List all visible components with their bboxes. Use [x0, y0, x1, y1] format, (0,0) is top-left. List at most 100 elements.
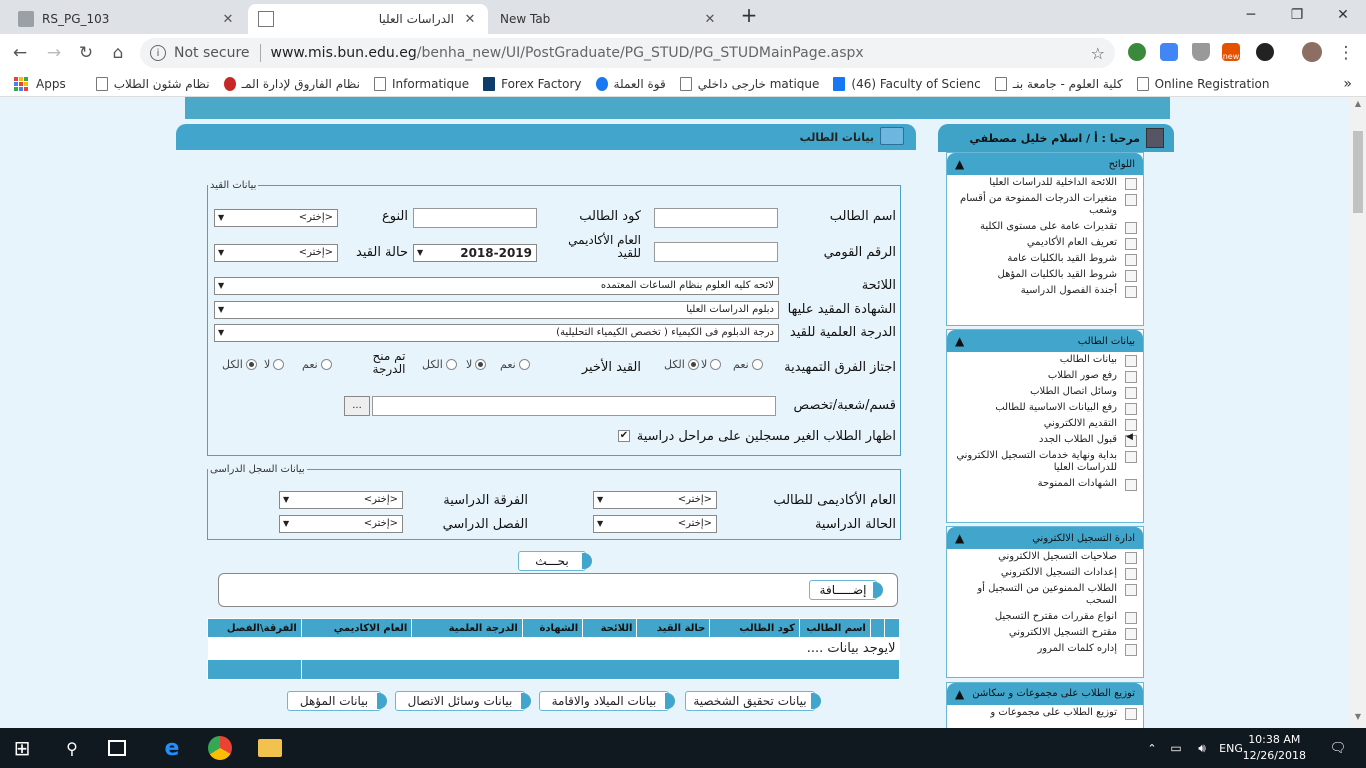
file-explorer-icon[interactable] — [258, 739, 282, 757]
bookmark-star-icon[interactable]: ☆ — [1091, 44, 1105, 63]
level-select[interactable]: <إختر> ▼ — [279, 491, 403, 509]
collapse-icon[interactable]: ▲ — [955, 687, 964, 701]
reload-icon[interactable]: ↻ — [74, 41, 98, 65]
notifications-icon[interactable]: 🗨 — [1326, 736, 1350, 760]
window-close-icon[interactable]: ✕ — [1320, 0, 1366, 30]
info-icon[interactable]: i — [150, 45, 166, 61]
network-icon[interactable]: ▭ — [1164, 736, 1188, 760]
bookmark-item[interactable]: (46) Faculty of Scienc — [833, 77, 981, 91]
menu-icon[interactable]: ⋮ — [1334, 41, 1358, 65]
sidebar-item[interactable]: متغيرات الدرجات الممنوحة من أقسام وشعب — [947, 191, 1143, 219]
sidebar-item[interactable]: الطلاب الممنوعين من التسجيل أو السحب — [947, 581, 1143, 609]
reg-status-select[interactable]: <إختر> ▼ — [214, 244, 338, 262]
tab-graduate-studies[interactable]: الدراسات العليا ✕ — [248, 4, 488, 34]
bookmark-item[interactable]: Informatique — [373, 77, 469, 91]
tab-contact-data[interactable]: بيانات وسائل الاتصال — [395, 691, 531, 711]
bookmarks-more-icon[interactable]: » — [1343, 76, 1352, 92]
bookmark-item[interactable]: Online Registration — [1136, 77, 1270, 91]
tab-identity-data[interactable]: بيانات تحقيق الشخصية — [685, 691, 821, 711]
sidebar-item[interactable]: بيانات الطالب — [947, 352, 1143, 368]
tray-up-icon[interactable]: ⌃ — [1140, 736, 1164, 760]
forward-icon[interactable]: → — [42, 41, 66, 65]
sidebar-item[interactable]: الشهادات الممنوحة — [947, 476, 1143, 492]
tab-qualification-data[interactable]: بيانات المؤهل — [287, 691, 387, 711]
department-input[interactable] — [372, 396, 776, 416]
study-status-select[interactable]: <إختر> ▼ — [593, 515, 717, 533]
sidebar-item[interactable]: توزيع الطلاب على مجموعات و — [947, 705, 1143, 721]
section-header[interactable]: ▲ توزيع الطلاب على مجموعات و سكاشن — [947, 683, 1143, 705]
student-year-select[interactable]: <إختر> ▼ — [593, 491, 717, 509]
bookmark-item[interactable]: خارجى داخلي matique — [679, 77, 819, 91]
back-icon[interactable]: ← — [8, 41, 32, 65]
globe-extension-icon[interactable] — [1128, 43, 1146, 61]
granted-no-radio[interactable]: لا — [264, 358, 285, 371]
sidebar-item[interactable]: إداره كلمات المرور — [947, 641, 1143, 657]
prep-yes-radio[interactable]: نعم — [733, 358, 763, 371]
degree-select[interactable]: درجة الدبلوم فى الكيمياء ( تخصص الكيمياء… — [214, 324, 779, 342]
translate-extension-icon[interactable] — [1160, 43, 1178, 61]
page-scrollbar[interactable]: ▲ ▼ — [1350, 97, 1366, 728]
bookmark-item[interactable]: قوة العملة — [595, 77, 666, 91]
certificate-select[interactable]: دبلوم الدراسات العليا ▼ — [214, 301, 779, 319]
close-icon[interactable]: ✕ — [220, 12, 236, 27]
sidebar-item[interactable]: انواع مقررات مقترح التسجيل — [947, 609, 1143, 625]
sidebar-item[interactable]: التقديم الالكتروني — [947, 416, 1143, 432]
sidebar-item[interactable]: تقديرات عامة على مستوى الكلية — [947, 219, 1143, 235]
bookmark-item[interactable]: كلية العلوم - جامعة بنـ — [994, 77, 1123, 91]
national-id-input[interactable] — [654, 242, 778, 262]
add-button[interactable]: إضـــــافة — [809, 580, 883, 600]
scroll-down-icon[interactable]: ▼ — [1350, 712, 1366, 726]
language-indicator[interactable]: ENG — [1216, 736, 1246, 760]
circle-extension-icon[interactable] — [1256, 43, 1274, 61]
bookmark-item[interactable]: نظام الفاروق لإدارة المـ — [223, 77, 360, 91]
sidebar-item[interactable]: أجندة الفصول الدراسية — [947, 283, 1143, 299]
student-name-input[interactable] — [654, 208, 778, 228]
granted-yes-radio[interactable]: نعم — [302, 358, 332, 371]
gender-select[interactable]: <إختر> ▼ — [214, 209, 338, 227]
sidebar-item[interactable]: إعدادات التسجيل الالكتروني — [947, 565, 1143, 581]
section-header[interactable]: ▲ اللوائح — [947, 153, 1143, 175]
search-icon[interactable]: ⚲ — [60, 736, 84, 760]
collapse-icon[interactable]: ▲ — [955, 157, 964, 171]
tab-new-tab[interactable]: New Tab ✕ — [490, 4, 728, 34]
restore-icon[interactable]: ❐ — [1274, 0, 1320, 30]
bookmark-apps[interactable]: Apps — [14, 77, 66, 91]
url-field[interactable]: i Not secure www.mis.bun.edu.eg/benha_ne… — [140, 38, 1115, 68]
section-header[interactable]: ▲ بيانات الطالب — [947, 330, 1143, 352]
chrome-icon[interactable] — [208, 736, 232, 760]
task-view-icon[interactable] — [108, 740, 126, 756]
windows-start-icon[interactable]: ⊞ — [10, 736, 34, 760]
scrollbar-thumb[interactable] — [1353, 131, 1363, 213]
home-icon[interactable]: ⌂ — [106, 41, 130, 65]
close-icon[interactable]: ✕ — [702, 12, 718, 27]
browse-button[interactable]: ... — [344, 396, 370, 416]
last-no-radio[interactable]: لا — [466, 358, 487, 371]
sidebar-item[interactable]: بداية ونهاية خدمات التسجيل الالكتروني لل… — [947, 448, 1143, 476]
new-tab-button[interactable]: + — [726, 0, 772, 30]
close-icon[interactable]: ✕ — [462, 12, 478, 27]
profile-avatar[interactable] — [1302, 42, 1322, 62]
academic-year-select[interactable]: 2018-2019 ▼ — [413, 244, 537, 262]
show-unregistered-checkbox[interactable]: ✔ — [618, 430, 630, 442]
sidebar-item[interactable]: تعريف العام الأكاديمي — [947, 235, 1143, 251]
sidebar-item[interactable]: وسائل اتصال الطلاب — [947, 384, 1143, 400]
search-button[interactable]: بحـــث — [518, 551, 592, 571]
last-yes-radio[interactable]: نعم — [500, 358, 530, 371]
semester-select[interactable]: <إختر> ▼ — [279, 515, 403, 533]
sidebar-item[interactable]: قبول الطلاب الجدد — [947, 432, 1143, 448]
sidebar-item[interactable]: اللائحة الداخلية للدراسات العليا — [947, 175, 1143, 191]
bookmark-item[interactable]: Forex Factory — [483, 77, 582, 91]
last-all-radio[interactable]: الكل — [422, 358, 457, 371]
minimize-icon[interactable]: ─ — [1228, 0, 1274, 30]
tab-birth-residence[interactable]: بيانات الميلاد والاقامة — [539, 691, 675, 711]
sidebar-item[interactable]: رفع صور الطلاب — [947, 368, 1143, 384]
collapse-icon[interactable]: ▲ — [955, 334, 964, 348]
sidebar-item[interactable]: شروط القيد بالكليات عامة — [947, 251, 1143, 267]
section-header[interactable]: ▲ ادارة التسجيل الالكتروني — [947, 527, 1143, 549]
sidebar-item[interactable]: رفع البيانات الاساسية للطالب — [947, 400, 1143, 416]
edge-icon[interactable]: e — [160, 736, 184, 761]
student-code-input[interactable] — [413, 208, 537, 228]
tab-rs-pg[interactable]: RS_PG_103 ✕ — [8, 4, 246, 34]
scroll-up-icon[interactable]: ▲ — [1350, 99, 1366, 113]
collapse-icon[interactable]: ▲ — [955, 531, 964, 545]
